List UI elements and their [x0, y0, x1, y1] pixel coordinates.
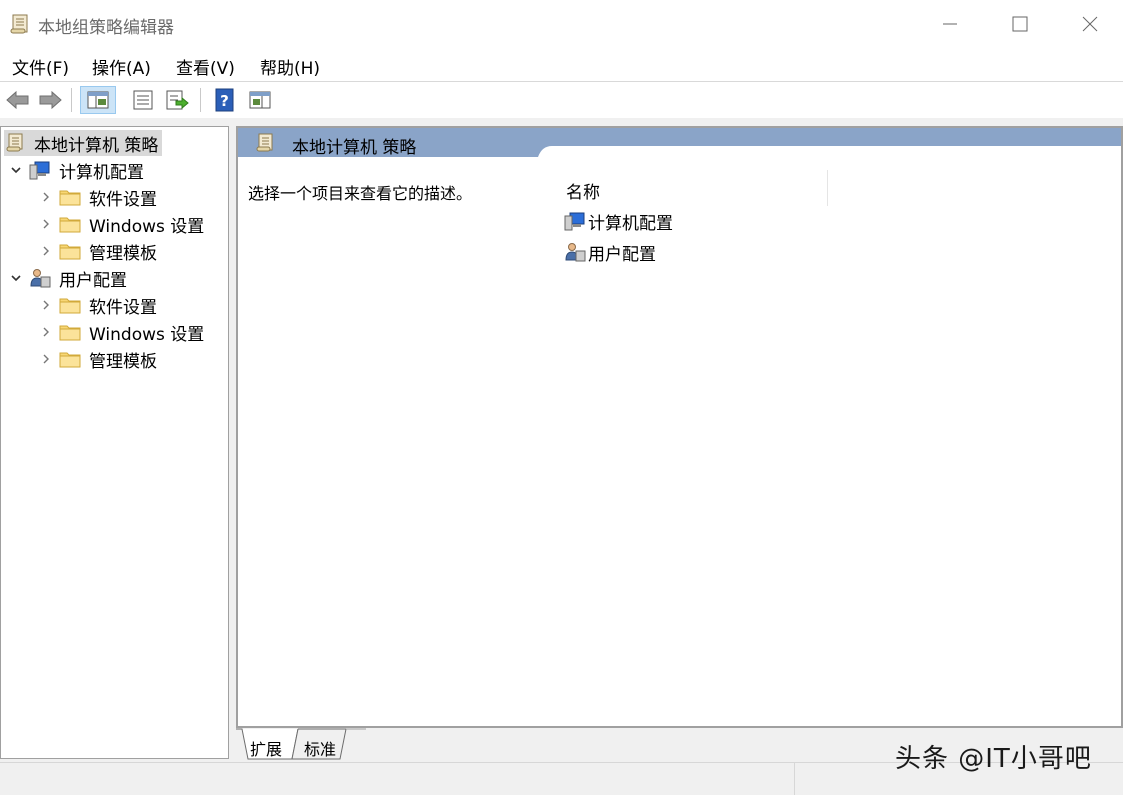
tree-item-label: 管理模板 — [89, 243, 157, 264]
chevron-down-icon[interactable] — [9, 271, 23, 285]
view-button[interactable] — [245, 86, 275, 114]
column-header-name[interactable]: 名称 — [566, 178, 600, 203]
menu-help[interactable]: 帮助(H) — [260, 54, 320, 79]
folder-icon — [59, 325, 81, 341]
folder-icon — [59, 244, 81, 260]
show-hide-tree-button[interactable] — [80, 86, 116, 114]
chevron-right-icon[interactable] — [39, 325, 53, 339]
user-config-icon — [30, 269, 51, 288]
policy-scroll-icon — [10, 14, 28, 34]
tree-item-label: 用户配置 — [59, 270, 127, 291]
window-title: 本地组策略编辑器 — [38, 18, 174, 38]
tree-item-label: 软件设置 — [89, 297, 157, 318]
help-button[interactable]: ? — [211, 86, 239, 114]
tree-item-label: 软件设置 — [89, 189, 157, 210]
tree-item-user-config[interactable]: 用户配置 — [9, 265, 127, 291]
folder-icon — [59, 190, 81, 206]
details-header-title: 本地计算机 策略 — [292, 138, 417, 158]
tree-item-windows-settings[interactable]: Windows 设置 — [39, 319, 204, 345]
computer-config-icon — [29, 161, 50, 180]
header-curve — [538, 146, 1121, 157]
menu-file[interactable]: 文件(F) — [12, 54, 69, 79]
folder-icon — [59, 298, 81, 314]
minimize-button[interactable] — [920, 4, 980, 44]
minimize-icon — [943, 23, 957, 25]
policy-scroll-icon — [6, 133, 23, 152]
column-divider[interactable] — [827, 170, 828, 206]
watermark-text: 头条 @IT小哥吧 — [895, 744, 1092, 774]
list-item-label: 用户配置 — [588, 244, 656, 265]
folder-icon — [59, 352, 81, 368]
tree-item-label: 管理模板 — [89, 351, 157, 372]
menu-action[interactable]: 操作(A) — [92, 54, 151, 79]
user-config-icon — [565, 243, 586, 262]
folder-icon — [59, 217, 81, 233]
tree-item-admin-templates[interactable]: 管理模板 — [39, 346, 157, 372]
description-text: 选择一个项目来查看它的描述。 — [248, 184, 473, 203]
list-item-label: 计算机配置 — [588, 213, 673, 234]
maximize-button[interactable] — [990, 4, 1050, 44]
forward-arrow-icon — [39, 90, 62, 110]
back-arrow-icon — [6, 90, 29, 110]
console-tree-icon — [87, 91, 109, 109]
tree-item-root[interactable]: 本地计算机 策略 — [4, 130, 163, 156]
list-item-computer-config[interactable]: 计算机配置 — [564, 208, 673, 234]
menu-bar: 文件(F) 操作(A) 查看(V) 帮助(H) — [0, 48, 1123, 81]
maximize-icon — [1012, 16, 1028, 32]
chevron-right-icon[interactable] — [39, 298, 53, 312]
toolbar-separator — [200, 88, 201, 112]
close-button[interactable] — [1060, 4, 1120, 44]
export-list-icon — [166, 90, 189, 110]
tree-item-label: Windows 设置 — [89, 216, 205, 237]
console-tree: 本地计算机 策略 计算机配置 软件设置 Windows 设置 管理模板 用户配置 — [0, 126, 229, 759]
chevron-right-icon[interactable] — [39, 352, 53, 366]
status-divider — [794, 763, 795, 795]
computer-config-icon — [564, 212, 585, 231]
details-header: 本地计算机 策略 — [238, 128, 1121, 158]
tree-item-label: 本地计算机 策略 — [34, 135, 159, 156]
tree-item-windows-settings[interactable]: Windows 设置 — [39, 211, 204, 237]
tree-item-label: Windows 设置 — [89, 324, 205, 345]
properties-button[interactable] — [128, 86, 158, 114]
view-icon — [249, 91, 271, 109]
chevron-right-icon[interactable] — [39, 244, 53, 258]
tree-item-label: 计算机配置 — [59, 162, 144, 183]
policy-scroll-icon — [256, 133, 273, 152]
tab-standard[interactable]: 标准 — [304, 736, 336, 760]
title-bar: 本地组策略编辑器 — [0, 0, 1123, 48]
close-icon — [1082, 16, 1098, 32]
help-icon: ? — [215, 88, 234, 112]
details-pane: 本地计算机 策略 选择一个项目来查看它的描述。 名称 计算机配置 用户配置 — [236, 126, 1123, 728]
toolbar-separator — [71, 88, 72, 112]
tree-item-software-settings[interactable]: 软件设置 — [39, 184, 157, 210]
menu-view[interactable]: 查看(V) — [176, 54, 235, 79]
list-item-user-config[interactable]: 用户配置 — [564, 239, 656, 265]
toolbar: ? — [0, 82, 1123, 118]
forward-button[interactable] — [35, 86, 65, 114]
chevron-right-icon[interactable] — [39, 190, 53, 204]
tree-item-software-settings[interactable]: 软件设置 — [39, 292, 157, 318]
tree-item-admin-templates[interactable]: 管理模板 — [39, 238, 157, 264]
export-list-button[interactable] — [162, 86, 192, 114]
svg-text:?: ? — [220, 92, 229, 110]
chevron-down-icon[interactable] — [9, 163, 23, 177]
back-button[interactable] — [3, 86, 33, 114]
properties-icon — [133, 90, 153, 110]
tab-extended[interactable]: 扩展 — [250, 736, 282, 760]
tree-item-computer-config[interactable]: 计算机配置 — [9, 157, 144, 183]
chevron-right-icon[interactable] — [39, 217, 53, 231]
